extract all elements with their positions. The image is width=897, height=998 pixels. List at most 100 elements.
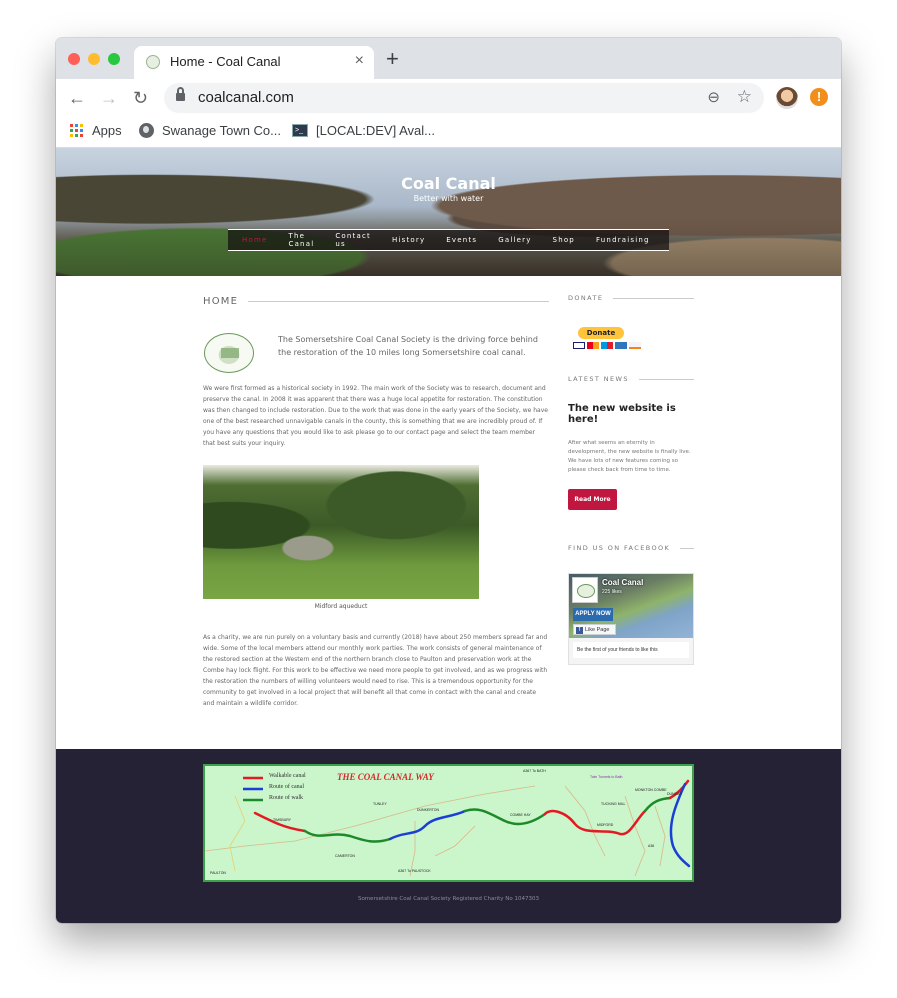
apply-now-graphic: APPLY NOW bbox=[573, 608, 613, 621]
place-tucking-mill: TUCKING MILL bbox=[601, 802, 626, 806]
bookmark-swanage[interactable]: Swanage Town Co... bbox=[139, 123, 281, 138]
profile-avatar[interactable] bbox=[776, 87, 798, 109]
photo-caption: Midford aqueduct bbox=[314, 603, 368, 610]
heading-divider bbox=[613, 297, 694, 299]
donate-heading-label: DONATE bbox=[568, 294, 604, 302]
close-window-button[interactable] bbox=[68, 53, 80, 65]
latest-news-heading-label: LATEST NEWS bbox=[568, 375, 629, 383]
facebook-likes-count: 225 likes bbox=[602, 589, 622, 595]
bookmark-star-icon[interactable]: ☆ bbox=[737, 87, 752, 107]
card-icons bbox=[573, 342, 694, 349]
back-icon[interactable]: ← bbox=[68, 86, 86, 110]
discover-icon bbox=[629, 342, 641, 349]
nav-home[interactable]: Home bbox=[242, 236, 267, 244]
bookmark-apps[interactable]: Apps bbox=[70, 123, 122, 138]
tab-strip: Home - Coal Canal × + bbox=[56, 38, 841, 79]
nav-the-canal[interactable]: The Canal bbox=[288, 232, 314, 248]
lock-icon[interactable] bbox=[176, 87, 185, 102]
place-monkton-combe: MONKTON COMBE bbox=[635, 788, 667, 792]
favicon-icon bbox=[146, 55, 160, 69]
charity-notice: Somersetshire Coal Canal Society Registe… bbox=[357, 896, 540, 902]
bookmarks-bar: Apps Swanage Town Co... >_ [LOCAL:DEV] A… bbox=[56, 117, 841, 148]
heading-divider bbox=[248, 301, 549, 302]
society-logo bbox=[204, 333, 254, 373]
amex-icon bbox=[615, 342, 627, 349]
place-tunley: TUNLEY bbox=[373, 802, 387, 806]
place-a36: A36 bbox=[648, 844, 655, 848]
site-tagline: Better with water bbox=[413, 194, 484, 203]
forward-icon[interactable]: → bbox=[100, 86, 118, 110]
place-timsbury: TIMSBURY bbox=[273, 818, 292, 822]
facebook-heading: FIND US ON FACEBOOK bbox=[568, 544, 694, 552]
globe-icon bbox=[139, 123, 154, 138]
facebook-page-name[interactable]: Coal Canal bbox=[602, 578, 643, 587]
like-page-button[interactable]: f Like Page bbox=[573, 624, 616, 635]
terminal-icon: >_ bbox=[292, 124, 308, 137]
minimize-window-button[interactable] bbox=[88, 53, 100, 65]
tab-home[interactable]: Home - Coal Canal × bbox=[134, 46, 374, 79]
place-dunkerton: DUNKERTON bbox=[417, 808, 440, 812]
url-text[interactable]: coalcanal.com bbox=[198, 89, 294, 106]
place-camerton: CAMERTON bbox=[335, 854, 355, 858]
facebook-friends-text: Be the first of your friends to like thi… bbox=[573, 642, 689, 658]
alert-icon[interactable]: ! bbox=[810, 88, 828, 106]
address-bar[interactable]: coalcanal.com ⊖ ☆ bbox=[164, 83, 764, 113]
bookmark-label: Swanage Town Co... bbox=[162, 123, 281, 138]
reload-icon[interactable]: ↻ bbox=[133, 86, 148, 110]
nav-contact-us[interactable]: Contact us bbox=[335, 232, 371, 248]
page-viewport: Coal Canal Better with water Home The Ca… bbox=[56, 148, 841, 923]
intro-block: The Somersetshire Coal Canal Society is … bbox=[203, 333, 549, 377]
bookmark-local-dev[interactable]: >_ [LOCAL:DEV] Aval... bbox=[292, 123, 435, 138]
sidebar: DONATE Donate LATEST NEWS The new websit… bbox=[568, 294, 694, 665]
donate-widget: Donate bbox=[573, 327, 694, 349]
walkable-canal-segment bbox=[253, 811, 307, 833]
donate-button[interactable]: Donate bbox=[578, 327, 624, 339]
legend-route-of-canal: Route of canal bbox=[269, 784, 304, 790]
facebook-icon: f bbox=[576, 627, 583, 634]
place-midford: MIDFORD bbox=[597, 823, 614, 827]
facebook-page-picture[interactable] bbox=[572, 577, 598, 603]
nav-shop[interactable]: Shop bbox=[553, 236, 575, 244]
history-paragraph: We were first formed as a historical soc… bbox=[203, 385, 548, 447]
coal-canal-way-map[interactable]: THE COAL CANAL WAY Walkable canal Route … bbox=[203, 764, 694, 882]
nav-gallery[interactable]: Gallery bbox=[498, 236, 531, 244]
maestro-icon bbox=[601, 342, 613, 349]
hero-banner: Coal Canal Better with water Home The Ca… bbox=[56, 148, 841, 276]
browser-window: Home - Coal Canal × + ← → ↻ coalcanal.co… bbox=[56, 38, 841, 923]
visa-icon bbox=[573, 342, 585, 349]
page-title: HOME bbox=[203, 296, 239, 307]
bookmark-label: [LOCAL:DEV] Aval... bbox=[316, 123, 435, 138]
map-title: THE COAL CANAL WAY bbox=[337, 772, 434, 782]
place-twin-tunnels: Twin Tunnels to Bath bbox=[590, 775, 623, 779]
facebook-widget: Coal Canal 225 likes APPLY NOW f Like Pag… bbox=[568, 573, 694, 665]
read-more-button[interactable]: Read More bbox=[568, 489, 617, 510]
news-excerpt: After what seems an eternity in developm… bbox=[568, 440, 691, 473]
heading-divider bbox=[638, 378, 694, 380]
place-dundas: DUNDAS bbox=[667, 792, 682, 796]
page-heading: HOME bbox=[203, 296, 549, 307]
nav-history[interactable]: History bbox=[392, 236, 425, 244]
canal-route-segment bbox=[388, 809, 467, 841]
midford-aqueduct-photo bbox=[203, 465, 479, 599]
legend-walkable-canal: Walkable canal bbox=[269, 773, 306, 779]
heading-divider bbox=[680, 547, 694, 549]
close-tab-icon[interactable]: × bbox=[355, 52, 364, 70]
browser-toolbar: ← → ↻ coalcanal.com ⊖ ☆ ! bbox=[56, 79, 841, 117]
intro-text: The Somersetshire Coal Canal Society is … bbox=[278, 335, 538, 357]
main-content: HOME The Somersetshire Coal Canal Societ… bbox=[203, 296, 549, 709]
main-nav: Home The Canal Contact us History Events… bbox=[228, 229, 669, 251]
nav-events[interactable]: Events bbox=[446, 236, 477, 244]
place-combe-hay: COMBE HAY bbox=[510, 813, 531, 817]
charity-paragraph: As a charity, we are run purely on a vol… bbox=[203, 634, 548, 707]
maximize-window-button[interactable] bbox=[108, 53, 120, 65]
zoom-out-icon[interactable]: ⊖ bbox=[707, 88, 720, 106]
new-tab-button[interactable]: + bbox=[386, 48, 399, 70]
apps-grid-icon bbox=[70, 123, 84, 138]
site-footer: THE COAL CANAL WAY Walkable canal Route … bbox=[56, 749, 841, 923]
site-title[interactable]: Coal Canal bbox=[56, 174, 841, 193]
nav-fundraising[interactable]: Fundraising bbox=[596, 236, 650, 244]
place-paulton: PAULTON bbox=[210, 871, 226, 875]
latest-news-heading: LATEST NEWS bbox=[568, 375, 694, 383]
news-title[interactable]: The new website is here! bbox=[568, 403, 694, 425]
bookmark-label: Apps bbox=[92, 123, 122, 138]
